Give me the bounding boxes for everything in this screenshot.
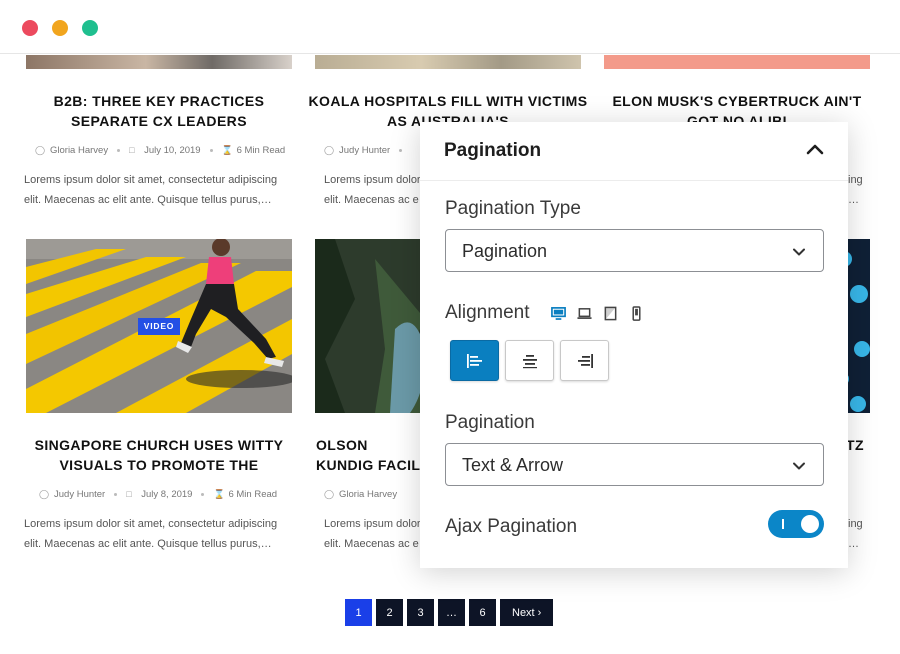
user-icon: ◯ (324, 145, 335, 155)
pagination-style-label: Pagination (445, 412, 535, 433)
page-button-2[interactable]: 2 (376, 599, 403, 626)
post-title[interactable]: SINGAPORE CHURCH USES WITTY VISUALS TO P… (19, 435, 299, 475)
align-right-button[interactable] (560, 340, 609, 381)
post-meta: ◯ Judy Hunter □ July 8, 2019 ⌛ 6 Min Rea… (39, 489, 277, 500)
meta-separator (117, 149, 121, 152)
next-page-button[interactable]: Next › (500, 599, 554, 626)
post-excerpt: ing … (848, 170, 878, 210)
select-value: Pagination (462, 241, 548, 261)
page-ellipsis: … (438, 599, 465, 626)
mobile-icon[interactable] (629, 306, 644, 321)
excerpt-fragment: ing (848, 518, 863, 530)
post-read-time: 6 Min Read (228, 489, 278, 500)
post-excerpt: Lorems ipsum dolor elit. Maecenas ac e (324, 174, 421, 206)
chevron-down-icon (793, 462, 805, 470)
align-center-button[interactable] (505, 340, 554, 381)
desktop-icon[interactable] (551, 306, 566, 321)
hourglass-icon: ⌛ (213, 489, 225, 499)
post-read-time: 6 Min Read (236, 145, 286, 156)
chevron-up-icon[interactable] (804, 138, 826, 160)
post-excerpt: ing … (848, 514, 878, 554)
page-button-1[interactable]: 1 (345, 599, 372, 626)
pagination-settings-panel: Pagination Pagination Type Pagination Al… (420, 122, 848, 568)
excerpt-fragment: ing (848, 174, 863, 186)
calendar-icon: □ (129, 145, 135, 155)
panel-title: Pagination (444, 140, 542, 161)
ajax-pagination-label: Ajax Pagination (445, 516, 578, 537)
post-date: July 10, 2019 (144, 145, 201, 156)
alignment-button-group (450, 340, 609, 381)
post-date: July 8, 2019 (141, 489, 193, 500)
post-title[interactable]: TZ (846, 435, 876, 455)
post-author[interactable]: Judy Hunter (54, 489, 105, 500)
post-excerpt: Lorems ipsum dolor elit. Maecenas ac e (324, 518, 421, 550)
minimize-window-button[interactable] (52, 20, 68, 36)
user-icon: ◯ (39, 489, 50, 499)
excerpt-fragment: … (848, 538, 859, 550)
tablet-icon[interactable] (603, 306, 618, 321)
pagination-style-select[interactable]: Text & Arrow (445, 443, 824, 486)
post-author[interactable]: Judy Hunter (339, 145, 390, 156)
user-icon: ◯ (35, 145, 46, 155)
meta-separator (209, 149, 213, 152)
post-thumbnail[interactable] (604, 55, 870, 69)
hourglass-icon: ⌛ (221, 145, 233, 155)
post-excerpt: Lorems ipsum dolor sit amet, consectetur… (24, 174, 278, 206)
post-meta: ◯ Gloria Harvey (324, 489, 397, 500)
page-button-3[interactable]: 3 (407, 599, 434, 626)
post-author[interactable]: Gloria Harvey (50, 145, 108, 156)
excerpt-fragment: … (848, 194, 859, 206)
calendar-icon: □ (126, 489, 132, 499)
alignment-label: Alignment (445, 302, 530, 323)
post-meta: ◯ Gloria Harvey □ July 10, 2019 ⌛ 6 Min … (35, 145, 285, 156)
chevron-down-icon (793, 248, 805, 256)
post-meta: ◯ Judy Hunter (324, 145, 411, 156)
post-title[interactable]: B2B: THREE KEY PRACTICES SEPARATE CX LEA… (19, 91, 299, 131)
window-titlebar (0, 0, 900, 54)
post-thumbnail[interactable] (315, 55, 581, 69)
meta-separator (114, 493, 118, 496)
pagination-type-label: Pagination Type (445, 198, 581, 219)
align-right-icon (577, 353, 593, 368)
video-badge: VIDEO (138, 318, 180, 335)
pagination-type-select[interactable]: Pagination (445, 229, 824, 272)
maximize-window-button[interactable] (82, 20, 98, 36)
divider (420, 180, 848, 181)
align-left-icon (466, 353, 482, 368)
laptop-icon[interactable] (577, 306, 592, 321)
select-value: Text & Arrow (462, 455, 564, 475)
page-button-6[interactable]: 6 (469, 599, 496, 626)
meta-separator (399, 149, 403, 152)
post-thumbnail[interactable] (26, 55, 292, 69)
post-title[interactable]: OLSON KUNDIG FACILI (316, 435, 426, 475)
post-author[interactable]: Gloria Harvey (339, 489, 397, 500)
pagination-bar: 1 2 3 … 6 Next › (345, 599, 554, 626)
post-excerpt: Lorems ipsum dolor sit amet, consectetur… (24, 518, 278, 550)
close-window-button[interactable] (22, 20, 38, 36)
toggle-on-indicator (782, 519, 784, 529)
device-switcher (551, 306, 644, 321)
align-left-button[interactable] (450, 340, 499, 381)
ajax-pagination-toggle[interactable] (768, 510, 824, 538)
align-center-icon (522, 354, 537, 368)
toggle-knob (801, 515, 819, 533)
user-icon: ◯ (324, 489, 335, 499)
meta-separator (201, 493, 205, 496)
